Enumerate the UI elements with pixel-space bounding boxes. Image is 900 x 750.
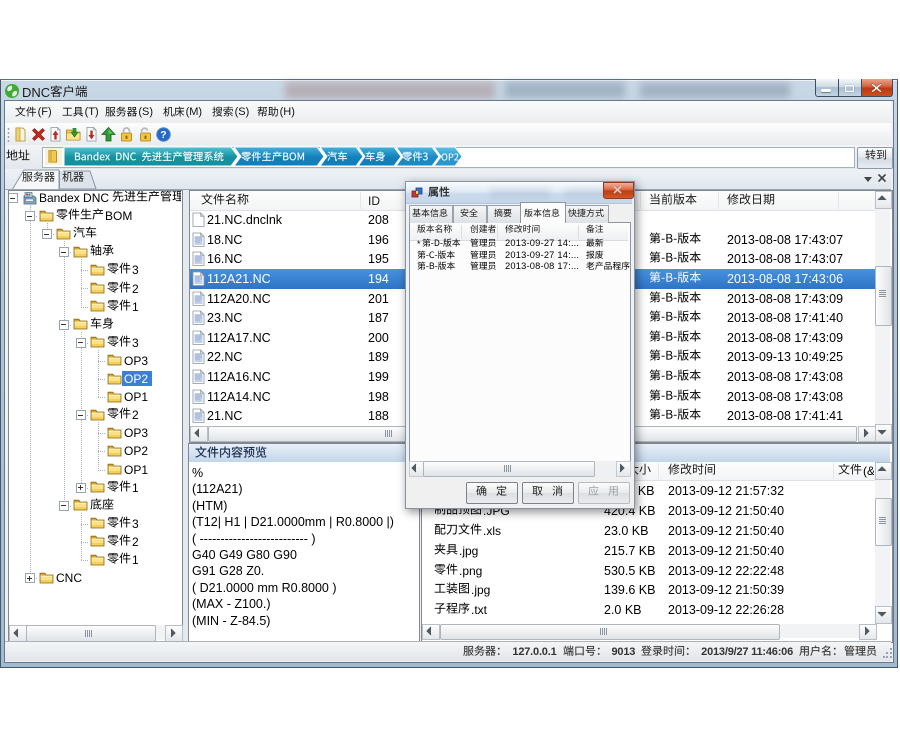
svg-text:?: ?: [160, 129, 166, 141]
